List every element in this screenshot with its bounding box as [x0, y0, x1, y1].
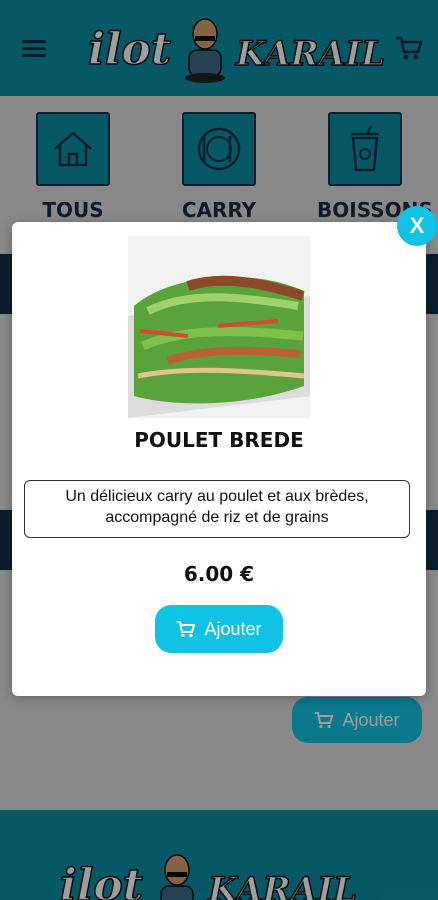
dish-description: Un délicieux carry au poulet et aux brèd… [24, 480, 410, 538]
dish-image [128, 236, 310, 418]
close-modal-button[interactable]: X [397, 206, 437, 246]
dish-name: POULET BREDE [134, 428, 304, 452]
dish-price: 6.00 € [183, 562, 255, 586]
product-modal: POULET BREDE Un délicieux carry au poule… [12, 222, 426, 696]
add-to-cart-button[interactable]: Ajouter [155, 605, 283, 653]
add-label: Ajouter [204, 618, 262, 639]
cart-icon [177, 621, 196, 638]
